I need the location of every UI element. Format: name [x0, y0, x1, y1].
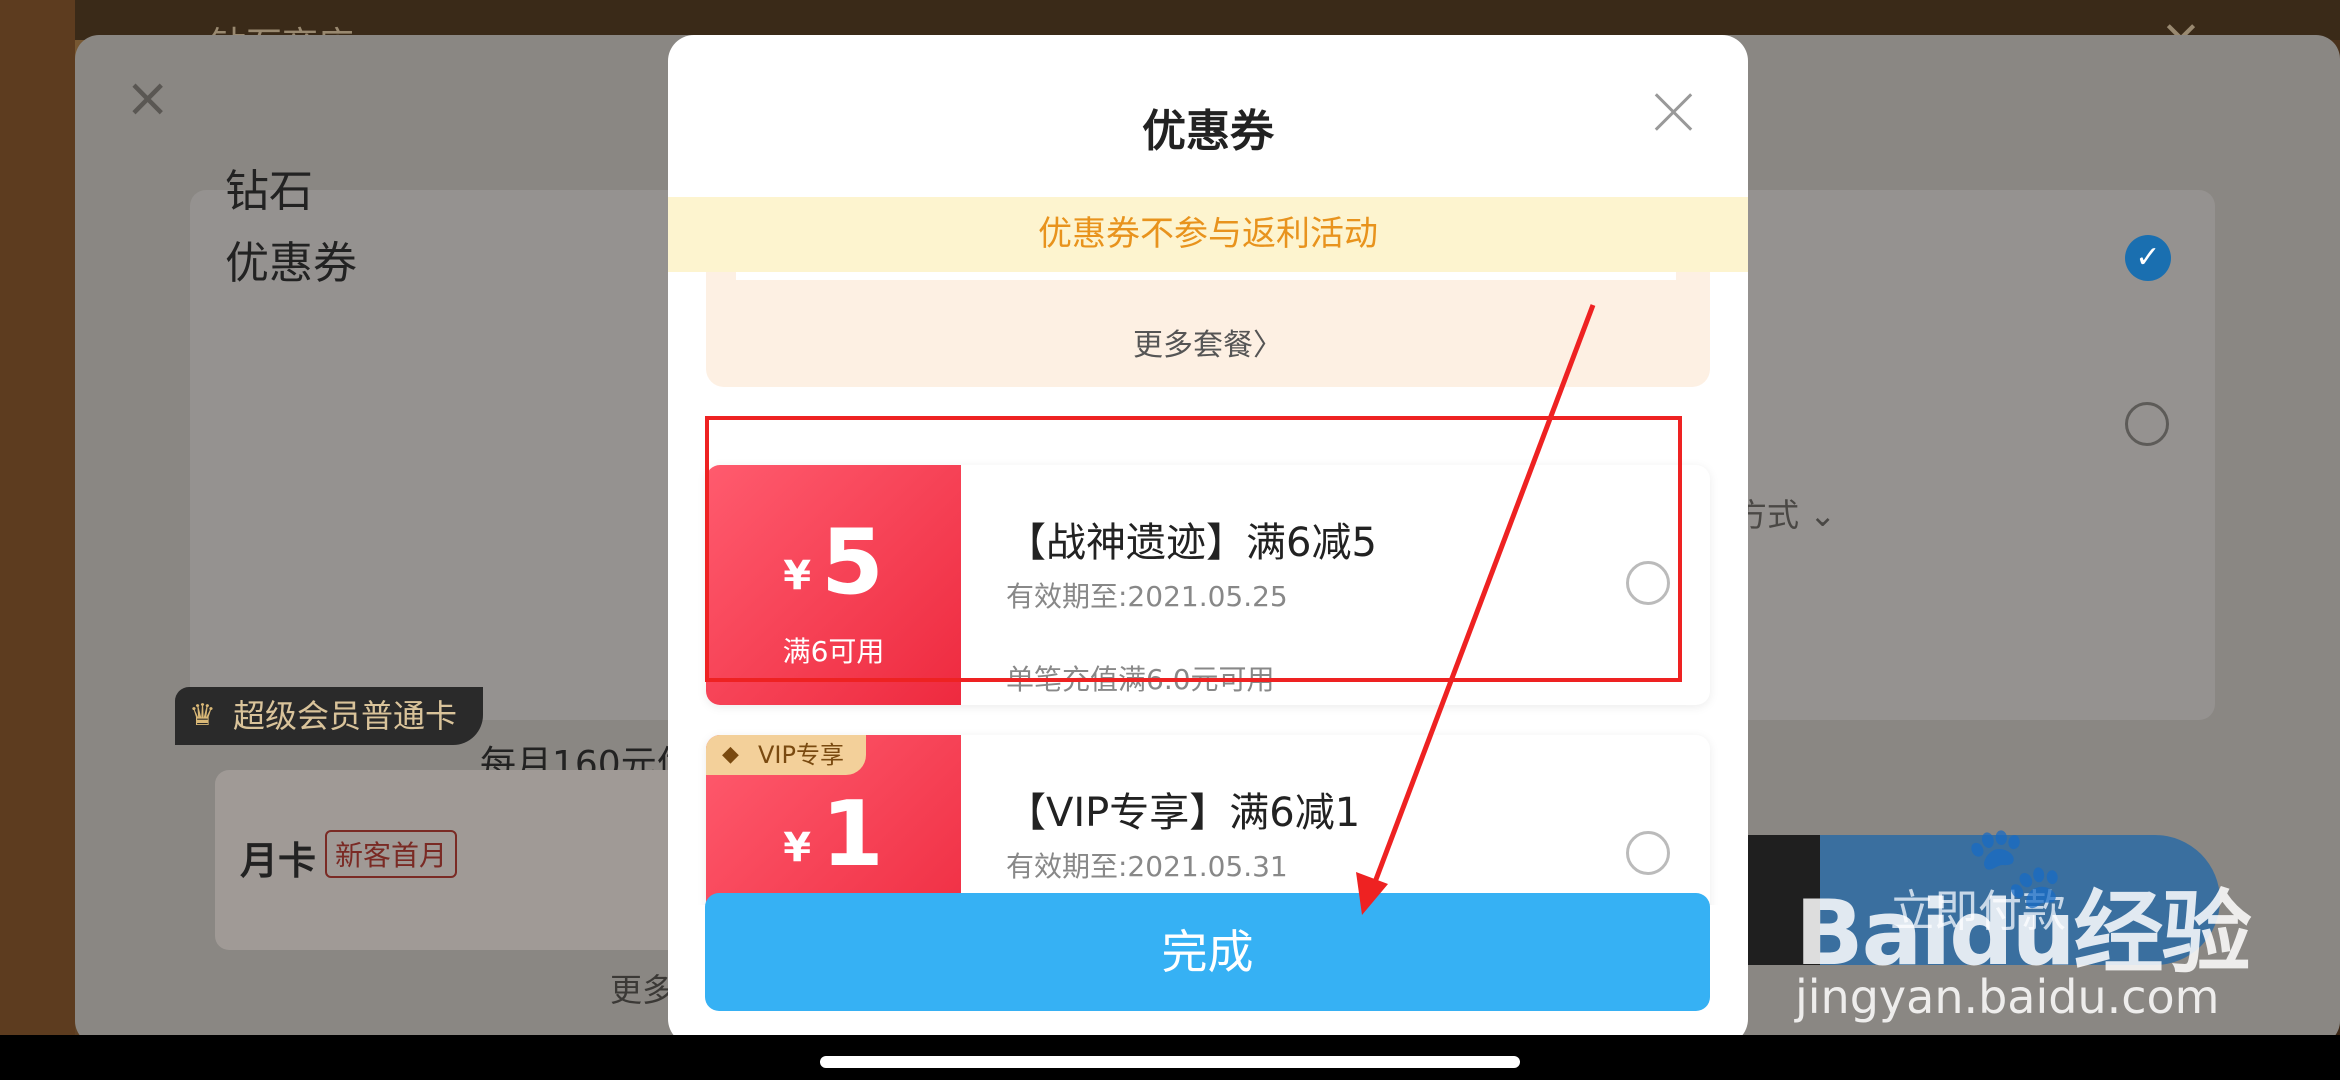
arrow-line	[1369, 304, 1596, 891]
arrow-head	[1356, 872, 1388, 915]
paw-icon: 🐾	[1965, 820, 2065, 913]
home-indicator[interactable]	[820, 1056, 1520, 1068]
watermark-url: jingyan.baidu.com	[1795, 970, 2220, 1024]
baidu-watermark: 🐾 Baidu经验 jingyan.baidu.com	[1795, 820, 2252, 1024]
